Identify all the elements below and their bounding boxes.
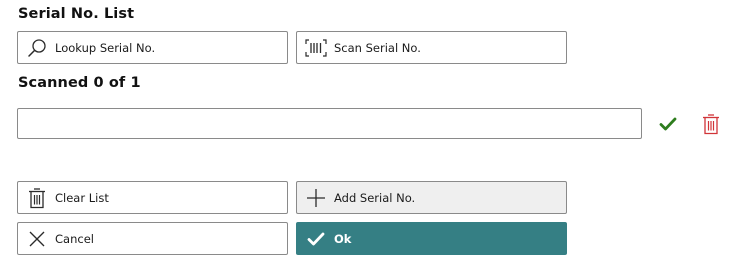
ok-button[interactable]: Ok [296,222,567,255]
checkmark-icon [305,228,327,250]
ok-label: Ok [334,231,352,246]
serial-number-input[interactable] [17,108,642,139]
barcode-scan-icon [305,37,327,59]
trash-icon [703,114,719,135]
clear-list-label: Clear List [55,190,109,205]
close-icon [26,228,48,250]
add-serial-label: Add Serial No. [334,190,416,205]
cancel-label: Cancel [55,231,94,246]
plus-icon [305,187,327,209]
search-icon [26,37,48,59]
cancel-button[interactable]: Cancel [17,222,288,255]
page-title: Serial No. List [18,6,135,22]
confirm-serial-button[interactable] [656,112,680,136]
scan-serial-button[interactable]: Scan Serial No. [296,31,567,64]
delete-serial-button[interactable] [699,112,723,136]
lookup-serial-button[interactable]: Lookup Serial No. [17,31,288,64]
trash-icon [26,187,48,209]
lookup-serial-label: Lookup Serial No. [55,40,156,55]
scanned-count-heading: Scanned 0 of 1 [18,75,141,91]
checkmark-icon [659,117,677,131]
scan-serial-label: Scan Serial No. [334,40,421,55]
add-serial-button[interactable]: Add Serial No. [296,181,567,214]
clear-list-button[interactable]: Clear List [17,181,288,214]
